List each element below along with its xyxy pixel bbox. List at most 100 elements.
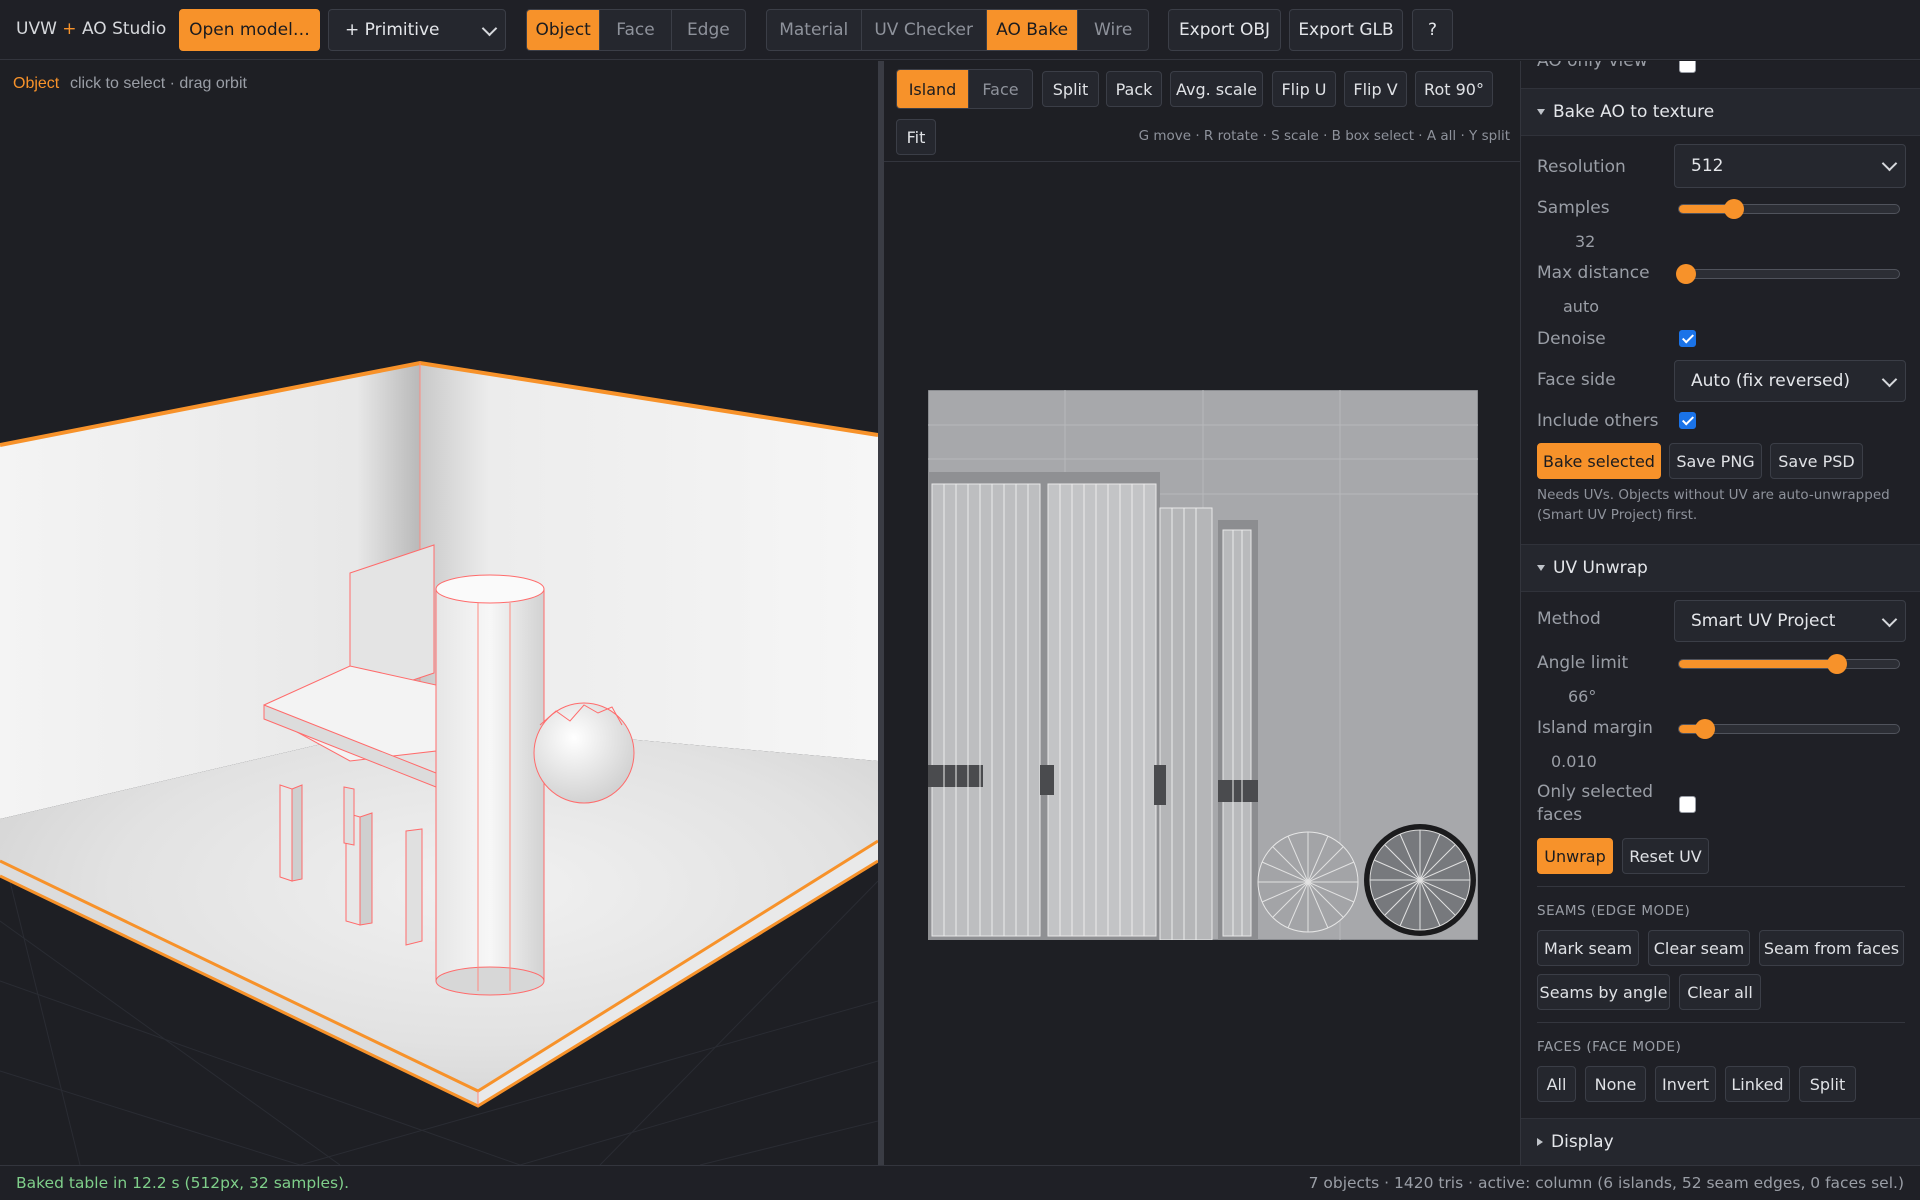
primitive-select-value: + Primitive (345, 20, 440, 40)
uv-rotate-90-button[interactable]: Rot 90° (1415, 71, 1493, 107)
max-distance-label: Max distance (1537, 263, 1650, 283)
reset-uv-button[interactable]: Reset UV (1622, 838, 1709, 874)
faces-linked-button[interactable]: Linked (1725, 1066, 1790, 1102)
status-bar: Baked table in 12.2 s (512px, 32 samples… (0, 1165, 1920, 1200)
samples-slider[interactable] (1678, 199, 1900, 219)
island-margin-value: 0.010 (1551, 752, 1597, 771)
view-mode-group: Material UV Checker AO Bake Wire (766, 9, 1149, 51)
faces-split-button[interactable]: Split (1799, 1066, 1856, 1102)
status-message: Baked table in 12.2 s (512px, 32 samples… (16, 1174, 350, 1192)
chevron-down-icon (1881, 611, 1898, 628)
viewport-mode-label: Object (13, 75, 60, 92)
uv-toolbar-divider (884, 161, 1520, 162)
top-toolbar: UVW + AO Studio Open model… + Primitive … (0, 0, 1920, 60)
faces-heading: FACES (FACE MODE) (1537, 1039, 1682, 1055)
faces-none-button[interactable]: None (1585, 1066, 1646, 1102)
faces-all-button[interactable]: All (1537, 1066, 1576, 1102)
method-label: Method (1537, 609, 1601, 629)
samples-value: 32 (1575, 232, 1596, 251)
uv-shortcuts-hint: G move · R rotate · S scale · B box sele… (1138, 128, 1510, 144)
uv-island-button[interactable]: Island (897, 70, 969, 108)
only-selected-faces-label: Only selected faces (1537, 782, 1654, 825)
include-others-checkbox[interactable] (1679, 412, 1696, 429)
faces-invert-button[interactable]: Invert (1655, 1066, 1716, 1102)
uv-select-mode-group: Island Face (896, 69, 1033, 109)
save-png-button[interactable]: Save PNG (1669, 443, 1762, 479)
denoise-checkbox[interactable] (1679, 330, 1696, 347)
mode-object-button[interactable]: Object (527, 10, 601, 50)
angle-limit-slider-knob[interactable] (1827, 654, 1848, 674)
face-side-select-value: Auto (fix reversed) (1691, 371, 1851, 391)
bake-note: Needs UVs. Objects without UV are auto-u… (1537, 487, 1890, 523)
max-distance-slider[interactable] (1675, 264, 1900, 284)
uv-split-button[interactable]: Split (1042, 71, 1099, 107)
view-wire-button[interactable]: Wire (1078, 10, 1148, 50)
mark-seam-button[interactable]: Mark seam (1537, 930, 1639, 966)
uv-flip-u-button[interactable]: Flip U (1272, 71, 1336, 107)
caret-down-icon (1537, 565, 1545, 571)
seams-heading: SEAMS (EDGE MODE) (1537, 903, 1691, 919)
help-button[interactable]: ? (1412, 9, 1453, 51)
uv-ao-texture-canvas[interactable] (928, 390, 1478, 940)
app-title-right: AO Studio (81, 19, 167, 39)
denoise-label: Denoise (1537, 329, 1606, 349)
column-model[interactable] (435, 574, 545, 996)
scene-canvas[interactable]: Object click to select · drag orbit (0, 61, 878, 1165)
uv-avg-scale-button[interactable]: Avg. scale (1170, 71, 1263, 107)
chevron-down-icon (1881, 155, 1898, 172)
caret-down-icon (1537, 109, 1545, 115)
uv-flip-v-button[interactable]: Flip V (1344, 71, 1407, 107)
angle-limit-value: 66° (1568, 687, 1597, 706)
uv-unwrap-section-header[interactable]: UV Unwrap (1521, 544, 1920, 592)
view-material-button[interactable]: Material (767, 10, 862, 50)
uv-pack-button[interactable]: Pack (1106, 71, 1162, 107)
export-obj-button[interactable]: Export OBJ (1168, 9, 1281, 51)
only-selected-faces-checkbox[interactable] (1679, 796, 1696, 813)
island-margin-slider-knob[interactable] (1695, 719, 1716, 739)
island-margin-slider[interactable] (1678, 719, 1900, 739)
unwrap-button[interactable]: Unwrap (1537, 838, 1613, 874)
open-model-button[interactable]: Open model… (179, 9, 320, 51)
method-select[interactable]: Smart UV Project (1674, 600, 1906, 642)
uv-fit-button[interactable]: Fit (896, 119, 936, 155)
display-section-title: Display (1551, 1132, 1614, 1152)
mode-face-button[interactable]: Face (600, 10, 672, 50)
method-select-value: Smart UV Project (1691, 611, 1836, 631)
resolution-label: Resolution (1537, 157, 1626, 177)
app-title-left: UVW (16, 19, 57, 39)
uv-face-button[interactable]: Face (969, 70, 1032, 108)
export-glb-button[interactable]: Export GLB (1289, 9, 1403, 51)
caret-right-icon (1537, 1138, 1543, 1146)
mode-edge-button[interactable]: Edge (672, 10, 745, 50)
faces-divider (1537, 1022, 1905, 1023)
angle-limit-label: Angle limit (1537, 653, 1629, 673)
face-side-select[interactable]: Auto (fix reversed) (1674, 360, 1906, 402)
3d-viewport[interactable]: Object click to select · drag orbit (0, 61, 878, 1165)
bake-ao-section-header[interactable]: Bake AO to texture (1521, 88, 1920, 136)
chevron-down-icon (1881, 371, 1898, 388)
view-uv-checker-button[interactable]: UV Checker (862, 10, 987, 50)
bake-selected-button[interactable]: Bake selected (1537, 443, 1661, 479)
seams-by-angle-button[interactable]: Seams by angle (1537, 974, 1670, 1010)
chevron-down-icon (481, 20, 498, 37)
viewport-hint: click to select · drag orbit (70, 75, 248, 92)
clear-all-seams-button[interactable]: Clear all (1679, 974, 1761, 1010)
ao-only-view-checkbox[interactable] (1679, 61, 1696, 73)
app-title-plus: + (62, 19, 77, 39)
seams-divider (1537, 886, 1905, 887)
samples-slider-knob[interactable] (1724, 199, 1744, 219)
seam-from-faces-button[interactable]: Seam from faces (1759, 930, 1904, 966)
angle-limit-slider-fill (1679, 660, 1838, 668)
angle-limit-slider[interactable] (1678, 654, 1900, 674)
scene-stats: 7 objects · 1420 tris · active: column (… (1308, 1174, 1904, 1192)
display-section-header[interactable]: Display (1521, 1118, 1920, 1165)
save-psd-button[interactable]: Save PSD (1770, 443, 1863, 479)
resolution-select[interactable]: 512 (1674, 144, 1906, 188)
max-distance-slider-knob[interactable] (1675, 264, 1696, 284)
clear-seam-button[interactable]: Clear seam (1648, 930, 1750, 966)
sphere-model[interactable] (533, 702, 635, 804)
resolution-select-value: 512 (1691, 156, 1724, 176)
view-ao-bake-button[interactable]: AO Bake (986, 10, 1079, 50)
include-others-label: Include others (1537, 411, 1659, 431)
primitive-select[interactable]: + Primitive (328, 9, 506, 51)
